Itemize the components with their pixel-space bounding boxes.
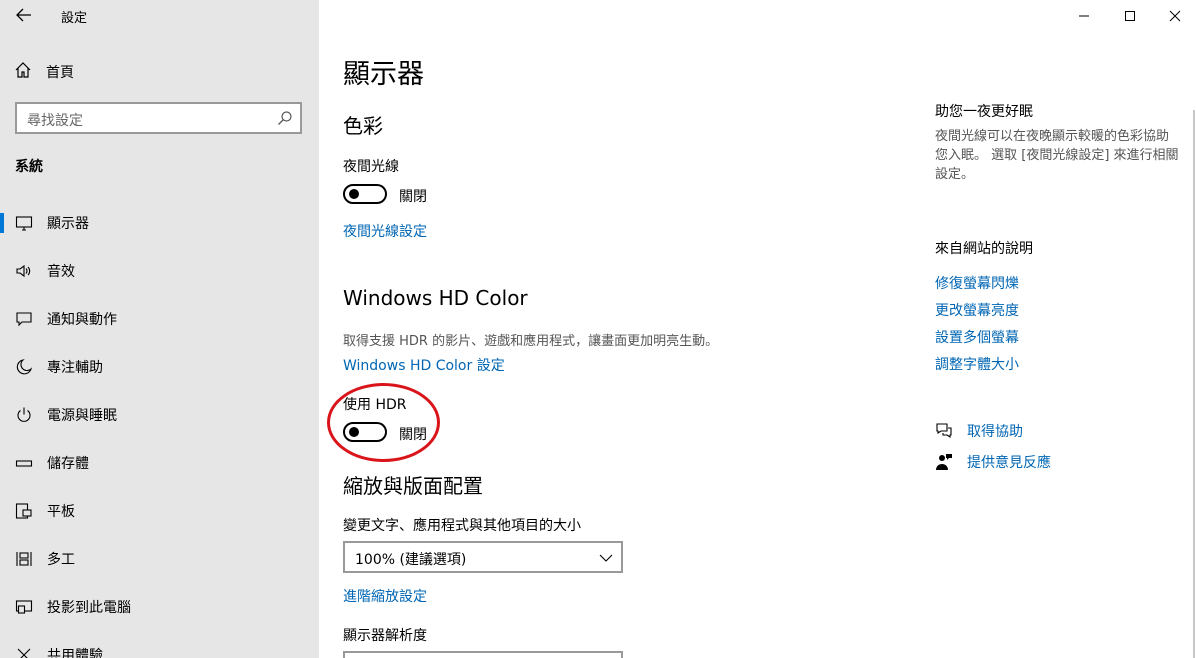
close-button[interactable] (1152, 0, 1196, 32)
sidebar-item-sound[interactable]: 音效 (0, 247, 319, 295)
chevron-down-icon (599, 550, 613, 564)
scale-dropdown[interactable]: 100% (建議選項) (343, 541, 623, 573)
sidebar-item-tablet[interactable]: 平板 (0, 487, 319, 535)
sidebar-item-display[interactable]: 顯示器 (0, 199, 319, 247)
sidebar-item-shared-experiences[interactable]: 共用體驗 (0, 631, 319, 658)
resolution-label: 顯示器解析度 (343, 628, 427, 644)
page-title: 顯示器 (343, 59, 424, 90)
help-link-brightness[interactable]: 更改螢幕亮度 (935, 300, 1019, 320)
home-icon (14, 61, 32, 83)
get-help-label: 取得協助 (967, 424, 1023, 440)
monitor-icon (14, 213, 34, 233)
scale-heading: 縮放與版面配置 (343, 474, 483, 498)
sidebar-item-notifications[interactable]: 通知與動作 (0, 295, 319, 343)
tip-heading: 助您一夜更好眠 (935, 104, 1033, 120)
chat-help-icon (935, 422, 953, 440)
hd-color-settings-link[interactable]: Windows HD Color 設定 (343, 355, 505, 375)
resolution-dropdown[interactable] (343, 651, 623, 658)
tablet-icon (14, 501, 34, 521)
sidebar-item-project[interactable]: 投影到此電腦 (0, 583, 319, 631)
sidebar-item-label: 投影到此電腦 (47, 600, 131, 616)
minimize-button[interactable] (1061, 0, 1107, 32)
night-light-toggle[interactable] (343, 184, 387, 204)
minimize-icon (1078, 7, 1090, 26)
close-icon (1169, 7, 1181, 26)
moon-icon (14, 357, 34, 377)
sidebar-nav: 顯示器 音效 通知與動作 專注輔助 電源與睡眠 儲存體 平板 多工 投影到此電腦… (0, 199, 319, 658)
maximize-icon (1124, 7, 1136, 26)
hdr-label: 使用 HDR (343, 397, 407, 413)
feedback-label: 提供意見反應 (967, 455, 1051, 471)
sidebar-item-focus-assist[interactable]: 專注輔助 (0, 343, 319, 391)
sidebar-item-label: 專注輔助 (47, 360, 103, 376)
sidebar-item-label: 音效 (47, 264, 75, 280)
hdr-state: 關閉 (399, 427, 427, 443)
sidebar-item-label: 通知與動作 (47, 312, 117, 328)
sidebar-item-label: 共用體驗 (47, 648, 103, 658)
sidebar-item-label: 平板 (47, 504, 75, 520)
scrollbar[interactable] (1193, 110, 1195, 658)
scale-value: 100% (建議選項) (355, 552, 467, 568)
shared-icon (14, 645, 34, 658)
sidebar-item-power[interactable]: 電源與睡眠 (0, 391, 319, 439)
sidebar-item-multitasking[interactable]: 多工 (0, 535, 319, 583)
sidebar: 設定 首頁 尋找設定 系統 顯示器 音效 通知與動作 專注輔助 電源與睡眠 儲存… (0, 0, 319, 658)
storage-icon (14, 453, 34, 473)
sidebar-item-label: 儲存體 (47, 456, 89, 472)
night-light-settings-link[interactable]: 夜間光線設定 (343, 221, 427, 241)
night-light-state: 關閉 (399, 189, 427, 205)
tip-text: 夜間光線可以在夜晚顯示較暖的色彩協助您入眠。 選取 [夜間光線設定] 來進行相關… (935, 129, 1179, 182)
color-heading: 色彩 (343, 114, 383, 138)
maximize-button[interactable] (1107, 0, 1153, 32)
speaker-icon (14, 261, 34, 281)
hdr-toggle[interactable] (343, 422, 387, 442)
hd-color-heading: Windows HD Color (343, 286, 528, 310)
section-label: 系統 (15, 159, 43, 175)
hd-color-description: 取得支援 HDR 的影片、遊戲和應用程式，讓畫面更加明亮生動。 (343, 334, 719, 349)
app-title: 設定 (61, 11, 88, 26)
sidebar-item-storage[interactable]: 儲存體 (0, 439, 319, 487)
search-input[interactable]: 尋找設定 (15, 102, 302, 134)
get-help-link[interactable]: 取得協助 (935, 421, 1023, 441)
notification-icon (14, 309, 34, 329)
sidebar-item-label: 多工 (47, 552, 75, 568)
help-link-multiple-displays[interactable]: 設置多個螢幕 (935, 327, 1019, 347)
home-link[interactable]: 首頁 (14, 61, 74, 83)
feedback-link[interactable]: 提供意見反應 (935, 452, 1051, 472)
search-icon[interactable] (276, 109, 294, 127)
feedback-icon (935, 453, 953, 471)
help-heading: 來自網站的說明 (935, 241, 1033, 257)
project-icon (14, 597, 34, 617)
title-bar: 設定 (0, 0, 319, 32)
multitasking-icon (14, 549, 34, 569)
search-placeholder: 尋找設定 (27, 113, 83, 129)
back-arrow-icon[interactable] (14, 5, 34, 25)
power-icon (14, 405, 34, 425)
sidebar-item-label: 電源與睡眠 (47, 408, 117, 424)
night-light-label: 夜間光線 (343, 159, 399, 175)
help-link-flicker[interactable]: 修復螢幕閃爍 (935, 273, 1019, 293)
scale-label: 變更文字、應用程式與其他項目的大小 (343, 518, 581, 534)
sidebar-item-label: 顯示器 (47, 216, 89, 232)
help-link-font-size[interactable]: 調整字體大小 (935, 354, 1019, 374)
advanced-scale-link[interactable]: 進階縮放設定 (343, 586, 427, 606)
home-label: 首頁 (46, 65, 74, 81)
